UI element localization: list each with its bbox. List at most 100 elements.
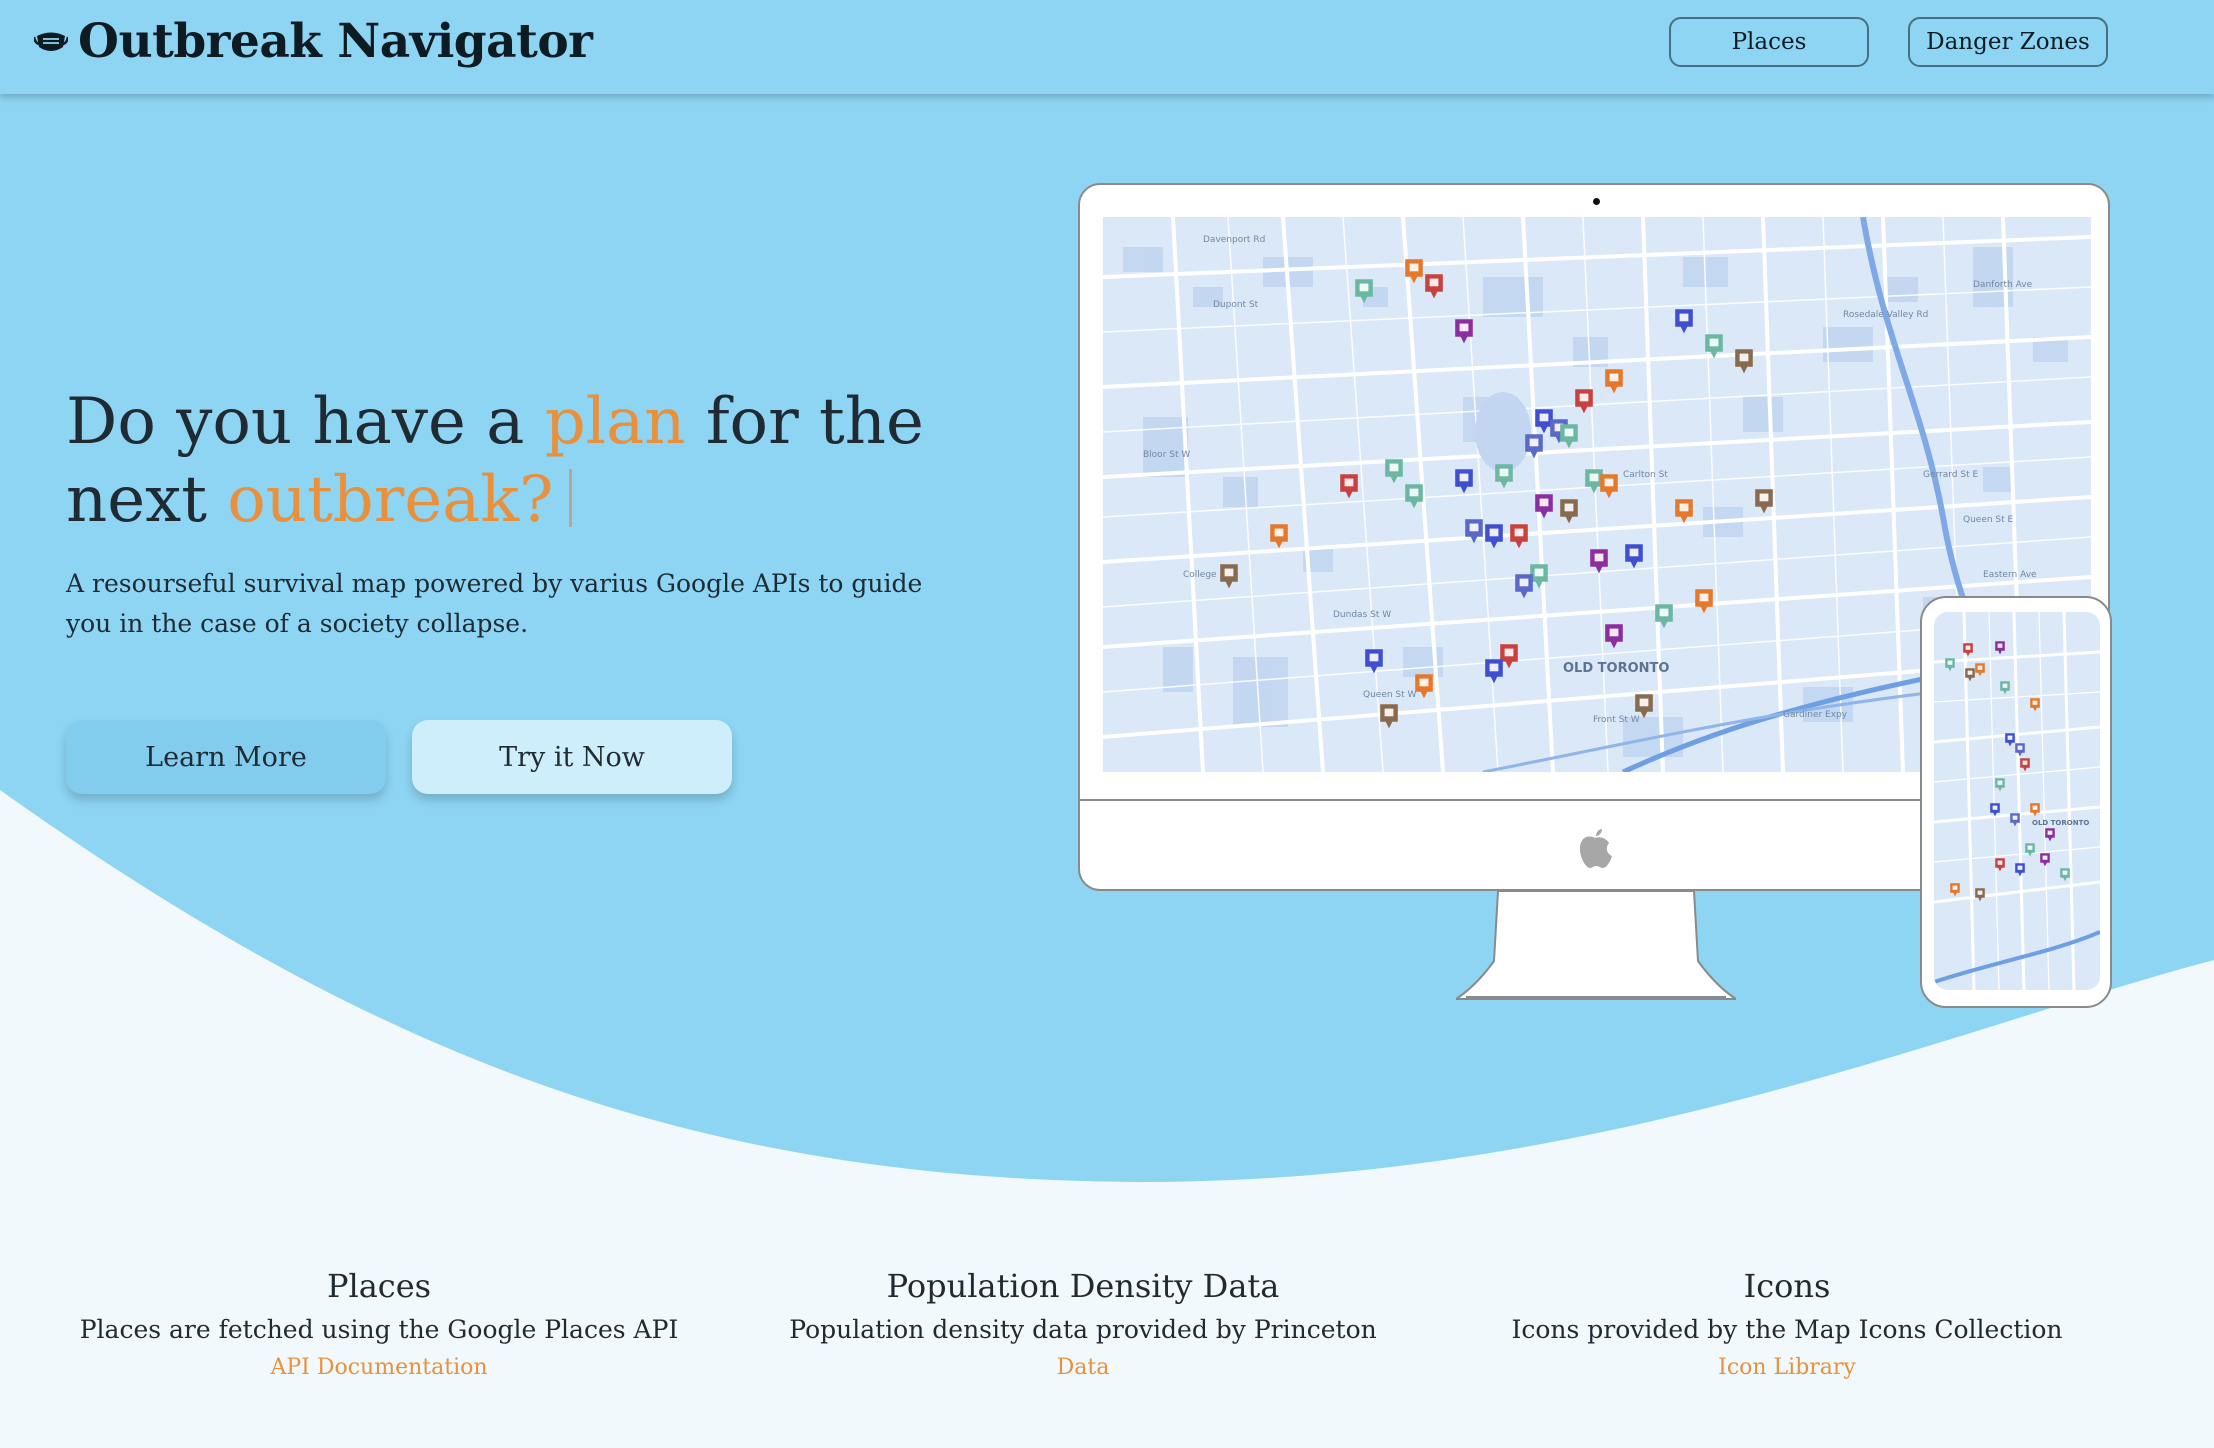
svg-text:Danforth Ave: Danforth Ave	[1973, 280, 2033, 290]
icon-library-link[interactable]: Icon Library	[1718, 1350, 1856, 1386]
hero-title-accent-outbreak: outbreak?	[227, 463, 554, 537]
hero-title: Do you have a plan for the next outbreak…	[66, 383, 966, 539]
nav-places-button[interactable]: Places	[1669, 17, 1869, 67]
clothing-icon-map-pin	[1493, 462, 1515, 495]
medical-icon-map-pin	[1338, 472, 1360, 505]
clothing-icon-map-pin	[1653, 602, 1675, 635]
hardware-icon-map-pin	[1603, 367, 1625, 400]
feature-description: Population density data provided by Prin…	[789, 1315, 1377, 1344]
clothing-icon-map-pin	[2024, 842, 2036, 862]
typing-cursor	[569, 469, 573, 527]
learn-more-button[interactable]: Learn More	[66, 720, 386, 794]
brand[interactable]: Outbreak Navigator	[34, 14, 593, 69]
food-icon-map-pin	[1603, 622, 1625, 655]
food-icon-map-pin	[1994, 640, 2006, 660]
clothing-icon-map-pin	[1383, 457, 1405, 490]
svg-text:Gardiner Expy: Gardiner Expy	[1783, 710, 1848, 720]
medical-icon-map-pin	[1994, 857, 2006, 877]
feature-icons: Icons Icons provided by the Map Icons Co…	[1467, 1262, 2107, 1386]
mobile-map-illustration: OLD TORONTO	[1934, 612, 2100, 990]
map-center-label: OLD TORONTO	[1563, 661, 1669, 676]
gas-icon-map-pin	[1378, 702, 1400, 735]
hardware-icon-map-pin	[1403, 257, 1425, 290]
water-icon-map-pin	[1523, 432, 1545, 465]
shelter-icon-map-pin	[1483, 657, 1505, 690]
hero-title-part1: Do you have a	[66, 385, 545, 459]
clothing-icon-map-pin	[1994, 777, 2006, 797]
svg-text:Davenport Rd: Davenport Rd	[1203, 235, 1265, 245]
water-icon-map-pin	[2009, 812, 2021, 832]
hardware-icon-map-pin	[1693, 587, 1715, 620]
hero-subtitle: A resourseful survival map powered by va…	[66, 569, 923, 638]
svg-text:Queen St W: Queen St W	[1363, 690, 1417, 700]
face-mask-icon	[34, 32, 68, 51]
gas-icon-map-pin	[1974, 887, 1986, 907]
clothing-icon-map-pin	[1944, 657, 1956, 677]
gas-icon-map-pin	[1633, 692, 1655, 725]
svg-text:Carlton St: Carlton St	[1623, 470, 1668, 480]
apple-logo-icon	[1579, 829, 1612, 868]
data-link[interactable]: Data	[1057, 1350, 1110, 1386]
feature-title: Icons	[1743, 1267, 1831, 1305]
food-icon-map-pin	[1533, 492, 1555, 525]
food-icon-map-pin	[1588, 547, 1610, 580]
feature-population-density: Population Density Data Population densi…	[763, 1262, 1403, 1386]
gas-icon-map-pin	[1218, 562, 1240, 595]
try-it-now-button[interactable]: Try it Now	[412, 720, 732, 794]
shelter-icon-map-pin	[1673, 307, 1695, 340]
clothing-icon-map-pin	[1703, 332, 1725, 365]
hero-title-accent-plan: plan	[544, 385, 686, 459]
gas-icon-map-pin	[1964, 667, 1976, 687]
shelter-icon-map-pin	[1989, 802, 2001, 822]
water-icon-map-pin	[1513, 572, 1535, 605]
svg-text:Dundas St W: Dundas St W	[1333, 610, 1391, 620]
food-icon-map-pin	[2044, 827, 2056, 847]
svg-text:Gerrard St E: Gerrard St E	[1923, 470, 1978, 480]
water-icon-map-pin	[1463, 517, 1485, 550]
feature-description: Icons provided by the Map Icons Collecti…	[1511, 1315, 2063, 1344]
medical-icon-map-pin	[1508, 522, 1530, 555]
gas-icon-map-pin	[1753, 487, 1775, 520]
hardware-icon-map-pin	[1413, 672, 1435, 705]
svg-text:Bloor St W: Bloor St W	[1143, 450, 1190, 460]
gas-icon-map-pin	[1558, 497, 1580, 530]
food-icon-map-pin	[1453, 317, 1475, 350]
clothing-icon-map-pin	[1558, 422, 1580, 455]
clothing-icon-map-pin	[2059, 867, 2071, 887]
shelter-icon-map-pin	[1623, 542, 1645, 575]
clothing-icon-map-pin	[1999, 680, 2011, 700]
hardware-icon-map-pin	[2029, 697, 2041, 717]
hardware-icon-map-pin	[1949, 882, 1961, 902]
svg-text:Dupont St: Dupont St	[1213, 300, 1259, 310]
medical-icon-map-pin	[2019, 757, 2031, 777]
nav-danger-zones-button[interactable]: Danger Zones	[1908, 17, 2108, 67]
svg-text:Eastern Ave: Eastern Ave	[1983, 570, 2037, 580]
feature-title: Places	[326, 1267, 432, 1305]
shelter-icon-map-pin	[1453, 467, 1475, 500]
hardware-icon-map-pin	[1598, 472, 1620, 505]
camera-dot	[1593, 198, 1600, 205]
top-navbar: Outbreak Navigator Places Danger Zones	[0, 0, 2214, 94]
medical-icon-map-pin	[1573, 387, 1595, 420]
food-icon-map-pin	[2039, 852, 2051, 872]
gas-icon-map-pin	[1733, 347, 1755, 380]
feature-description: Places are fetched using the Google Plac…	[79, 1315, 679, 1344]
map-screenshot-mobile: OLD TORONTO	[1934, 612, 2100, 990]
medical-icon-map-pin	[1423, 272, 1445, 305]
brand-title: Outbreak Navigator	[78, 14, 593, 69]
shelter-icon-map-pin	[1363, 647, 1385, 680]
monitor-stand	[1456, 891, 1736, 1000]
svg-text:Queen St E: Queen St E	[1963, 515, 2014, 525]
device-mockup: Davenport Rd Dupont St Bloor St W Colleg…	[1078, 183, 2112, 1008]
shelter-icon-map-pin	[2014, 862, 2026, 882]
medical-icon-map-pin	[1962, 642, 1974, 662]
hardware-icon-map-pin	[1268, 522, 1290, 555]
svg-text:Rosedale Valley Rd: Rosedale Valley Rd	[1843, 310, 1928, 320]
phone-mockup: OLD TORONTO	[1920, 596, 2112, 1008]
feature-title: Population Density Data	[886, 1267, 1280, 1305]
hardware-icon-map-pin	[2029, 802, 2041, 822]
hardware-icon-map-pin	[1673, 497, 1695, 530]
clothing-icon-map-pin	[1403, 482, 1425, 515]
shelter-icon-map-pin	[1483, 522, 1505, 555]
api-documentation-link[interactable]: API Documentation	[270, 1350, 487, 1386]
